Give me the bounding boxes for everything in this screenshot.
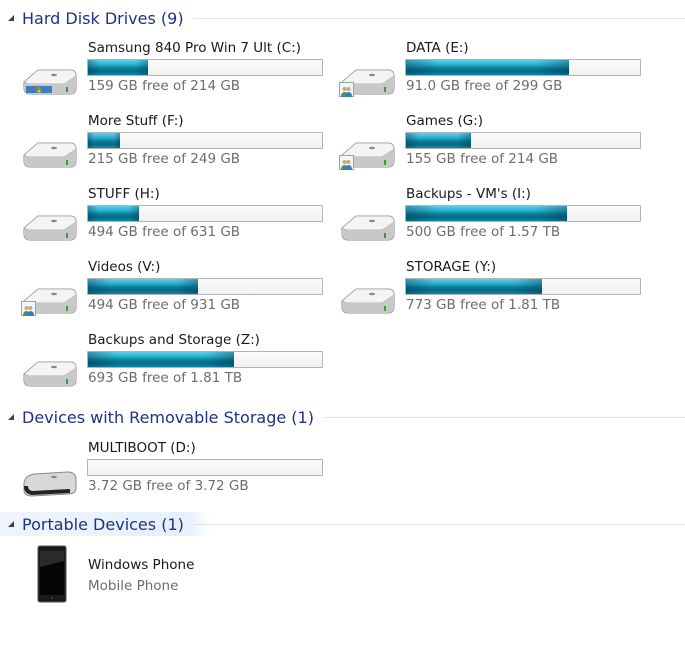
drive-item[interactable]: Videos (V:) 494 GB free of 931 GB (20, 259, 338, 325)
drive-name: STUFF (H:) (88, 186, 160, 202)
drive-item[interactable]: STORAGE (Y:) 773 GB free of 1.81 TB (338, 259, 656, 325)
drive-item[interactable]: STUFF (H:) 494 GB free of 631 GB (20, 186, 338, 252)
drive-free-space: 155 GB free of 214 GB (406, 151, 559, 167)
usb-drive-icon (20, 460, 78, 500)
collapse-triangle-icon[interactable] (8, 414, 14, 420)
shared-users-icon (339, 82, 354, 97)
drive-name: MULTIBOOT (D:) (88, 440, 196, 456)
phone-icon (37, 545, 67, 603)
drive-free-space: 159 GB free of 214 GB (88, 78, 241, 94)
drive-free-space: 494 GB free of 931 GB (88, 297, 241, 313)
drive-item[interactable]: Samsung 840 Pro Win 7 Ult (C:) 159 GB fre… (20, 40, 338, 106)
drive-free-space: 773 GB free of 1.81 TB (406, 297, 561, 313)
drive-item[interactable]: More Stuff (F:) 215 GB free of 249 GB (20, 113, 338, 179)
system-drive-icon (20, 60, 78, 100)
drive-free-space: 494 GB free of 631 GB (88, 224, 241, 240)
hard-drive-icon (338, 279, 396, 319)
drive-item[interactable]: Games (G:) 155 GB free of 214 GB (338, 113, 656, 179)
shared-drive-icon (338, 60, 396, 100)
drive-name: STORAGE (Y:) (406, 259, 497, 275)
drive-free-space: 3.72 GB free of 3.72 GB (88, 478, 249, 494)
drive-usage-fill (406, 133, 471, 148)
shared-drive-icon (338, 133, 396, 173)
drive-usage-fill (406, 60, 569, 75)
drive-usage-bar (87, 351, 323, 368)
drive-item[interactable]: DATA (E:) 91.0 GB free of 299 GB (338, 40, 656, 106)
device-type: Mobile Phone (88, 578, 179, 594)
drive-item[interactable]: Backups - VM's (I:) 500 GB free of 1.57 T… (338, 186, 656, 252)
hard-drive-icon (20, 133, 78, 173)
drive-free-space: 215 GB free of 249 GB (88, 151, 241, 167)
group-title: Hard Disk Drives (9) (22, 8, 184, 28)
drive-usage-fill (88, 60, 149, 75)
drive-item[interactable]: MULTIBOOT (D:) 3.72 GB free of 3.72 GB (20, 440, 338, 506)
group-divider (323, 416, 685, 418)
drive-free-space: 500 GB free of 1.57 TB (406, 224, 561, 240)
drive-usage-fill (406, 279, 543, 294)
hard-drive-icon (20, 352, 78, 392)
collapse-triangle-icon[interactable] (8, 15, 14, 21)
drive-item[interactable]: Backups and Storage (Z:) 693 GB free of 1… (20, 332, 338, 398)
drive-name: Backups - VM's (I:) (406, 186, 531, 202)
collapse-triangle-icon[interactable] (8, 521, 14, 527)
drive-usage-bar (87, 278, 323, 295)
drive-name: Games (G:) (406, 113, 484, 129)
drive-usage-fill (88, 279, 198, 294)
group-title: Portable Devices (1) (22, 514, 184, 534)
hard-drive-icon (20, 206, 78, 246)
group-header-hard-disk-drives[interactable]: Hard Disk Drives (9) (0, 6, 685, 30)
drive-usage-fill (88, 206, 139, 221)
drive-usage-fill (88, 133, 121, 148)
hard-drive-icon (338, 206, 396, 246)
drive-usage-bar (87, 459, 323, 476)
group-header-removable-storage[interactable]: Devices with Removable Storage (1) (0, 405, 685, 429)
drive-usage-bar (405, 59, 641, 76)
drive-name: DATA (E:) (406, 40, 469, 56)
device-name: Windows Phone (88, 557, 195, 573)
drive-usage-fill (406, 206, 568, 221)
portable-device-windows-phone[interactable]: Windows Phone Mobile Phone (20, 545, 320, 605)
shared-users-icon (339, 155, 354, 170)
drive-usage-bar (405, 278, 641, 295)
drive-name: Samsung 840 Pro Win 7 Ult (C:) (88, 40, 302, 56)
drive-usage-bar (405, 205, 641, 222)
group-divider (193, 523, 685, 525)
drive-usage-bar (405, 132, 641, 149)
drive-name: Videos (V:) (88, 259, 161, 275)
drive-name: Backups and Storage (Z:) (88, 332, 260, 348)
drive-usage-bar (87, 132, 323, 149)
drive-name: More Stuff (F:) (88, 113, 184, 129)
group-header-portable-devices[interactable]: Portable Devices (1) (0, 512, 685, 536)
drive-usage-bar (87, 59, 323, 76)
drive-free-space: 693 GB free of 1.81 TB (88, 370, 243, 386)
drive-usage-fill (88, 352, 235, 367)
drive-free-space: 91.0 GB free of 299 GB (406, 78, 563, 94)
shared-drive-icon (20, 279, 78, 319)
group-title: Devices with Removable Storage (1) (22, 407, 314, 427)
drive-usage-bar (87, 205, 323, 222)
group-divider (193, 17, 685, 19)
shared-users-icon (21, 301, 36, 316)
